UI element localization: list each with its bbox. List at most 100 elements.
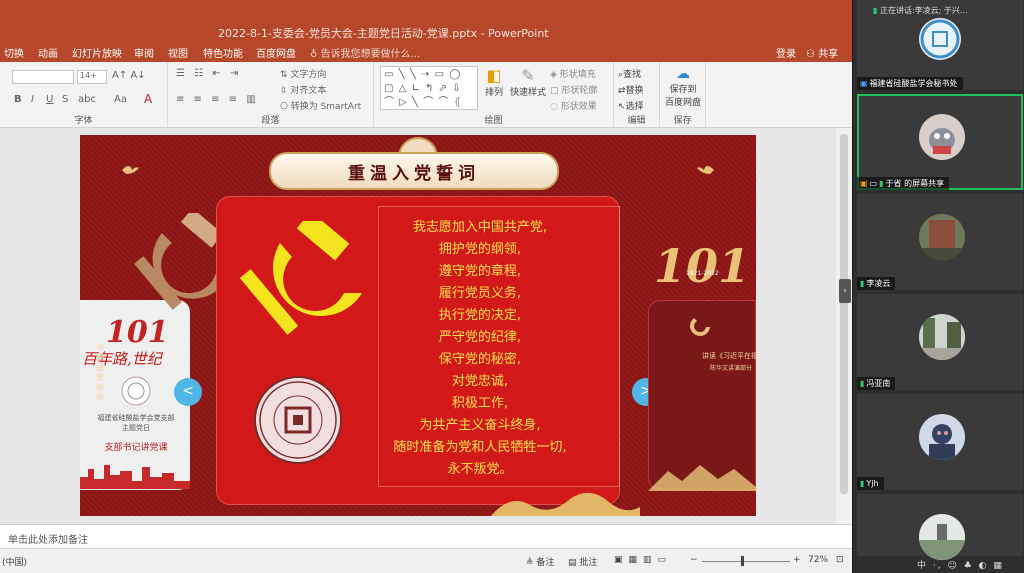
italic-icon[interactable]: I [31, 94, 34, 105]
share-button[interactable]: ⚇ 共享 [806, 45, 838, 60]
change-case-icon[interactable]: Aa [114, 94, 127, 105]
smartart-button[interactable]: ⎔ 转换为 SmartArt [280, 99, 361, 112]
previous-slide-button[interactable]: < [174, 378, 202, 406]
align-icons[interactable]: ≡ ≡ ≡ ≡ ▥ [176, 94, 259, 105]
tab-slideshow[interactable]: 幻灯片放映 [72, 45, 122, 60]
screen-share-icon: ▣ [860, 179, 868, 188]
comments-button[interactable]: ▤ 批注 [568, 555, 597, 568]
oath-line: 遵守党的章程, [438, 264, 522, 279]
powerpoint-window: 2022-8-1-支委会-党员大会-主题党日活动-党课.pptx - Power… [0, 0, 852, 573]
align-text-icon: ⇳ [280, 86, 291, 96]
avatar [919, 314, 965, 360]
avatar [919, 414, 965, 460]
notes-icon: ≜ [526, 558, 537, 568]
participant-tile-secretariat[interactable]: ▮ 正在讲话:李凌云; 于兴... ▣ 福建省硅酸盐学会秘书处 [857, 0, 1023, 90]
tell-me-text: 告诉我您想要做什么... [320, 49, 421, 60]
login-button[interactable]: 登录 [776, 45, 796, 60]
font-color-icon[interactable]: A [144, 92, 152, 106]
outline-icon: ▢ [550, 86, 562, 96]
tab-features[interactable]: 特色功能 [203, 45, 243, 60]
participant-tile-screen-share[interactable]: ▣ ▭ ▮ 于省 的屏幕共享 [857, 94, 1023, 190]
participant-name: 冯亚南 [866, 379, 891, 388]
shape-outline-button[interactable]: ▢ 形状轮廓 [550, 83, 597, 96]
align-text-label: 对齐文本 [290, 86, 327, 96]
quick-styles-button[interactable]: ✎ 快速样式 [510, 66, 546, 98]
participant-name-tag: ▮ 冯亚南 [857, 377, 896, 390]
arrange-button[interactable]: ◧ 排列 [480, 66, 508, 98]
tell-me-box[interactable]: ♁ 告诉我您想要做什么... [310, 45, 420, 60]
participant-tile-6[interactable] [857, 494, 1023, 560]
society-emblem [254, 376, 342, 464]
align-text-button[interactable]: ⇳ 对齐文本 [280, 83, 326, 96]
right-years: 1921-2022 [686, 270, 719, 277]
participant-tile-li[interactable]: ▮ 李凌云 [857, 194, 1023, 290]
mic-icon: ▮ [879, 179, 884, 188]
drawing-group-label: 绘图 [484, 116, 503, 126]
slide[interactable]: 重温入党誓词 101 101 百年路,世纪 福建省硅酸盐学会党支部 主题党日 支… [80, 135, 756, 516]
shapes-gallery[interactable]: ▭ ╲ ╲ ⇢ ▭ ◯ ▢ △ ∟ ↰ ⬀ ⇩ ⌒ ▷ ╲ ⌒ ⌒ ⦃ ⦄ ☆ [380, 66, 478, 110]
participant-tile-feng[interactable]: ▮ 冯亚南 [857, 294, 1023, 390]
person-icon: ▣ [860, 79, 868, 88]
font-size-field[interactable]: 14+ [77, 70, 107, 84]
quick-styles-label: 快速样式 [510, 88, 547, 98]
right-caption: 讲读《习近平在福建》 [702, 352, 756, 360]
mountain-graphic [648, 465, 756, 491]
hammer-sickle-icon [240, 221, 362, 335]
scroll-thumb[interactable] [840, 134, 848, 494]
save-group-label: 保存 [673, 116, 692, 126]
notes-pane[interactable]: 单击此处添加备注 [0, 524, 852, 548]
shape-effects-button[interactable]: ◌ 形状效果 [550, 99, 597, 112]
dove-icon-left [122, 166, 139, 174]
select-button[interactable]: ↖选择 [618, 99, 644, 112]
speaking-indicator: ▮ 正在讲话:李凌云; 于兴... [873, 5, 968, 16]
language-indicator[interactable]: (中国) [2, 555, 27, 568]
oath-line: 随时准备为党和人民牺牲一切, [393, 440, 567, 455]
participant-tile-yjh[interactable]: ▮ Yjh [857, 394, 1023, 490]
underline-icon[interactable]: U [46, 94, 53, 105]
replace-button[interactable]: ⇄替换 [618, 83, 644, 96]
oath-line: 为共产主义奋斗终身, [419, 418, 541, 433]
zoom-slider-thumb[interactable] [741, 556, 744, 566]
left-card-emblem [121, 376, 151, 406]
replace-label: 替换 [625, 86, 644, 96]
font-name-field[interactable] [12, 70, 74, 84]
wave-graphic [490, 493, 640, 516]
screen: 2022-8-1-支委会-党员大会-主题党日活动-党课.pptx - Power… [0, 0, 1024, 573]
spacing-icon[interactable]: abc [78, 94, 96, 105]
strikethrough-icon[interactable]: S [62, 94, 68, 105]
zoom-in-icon[interactable]: + [793, 555, 801, 565]
tab-review[interactable]: 审阅 [134, 45, 154, 60]
collapse-sidebar-button[interactable]: › [839, 279, 851, 303]
fit-slide-icon[interactable]: ⊡ [836, 555, 844, 565]
avatar-image [919, 314, 965, 360]
notes-toggle-label: 备注 [536, 558, 555, 568]
oath-line: 对党忠诚, [451, 374, 509, 389]
ime-indicator[interactable]: 中 ·, [917, 561, 943, 571]
zoom-level[interactable]: 72% [808, 555, 828, 565]
bold-icon[interactable]: B [14, 94, 22, 105]
participant-name-tag: ▮ Yjh [857, 477, 884, 490]
right-caption-2: 陈华文讲演部分 [710, 365, 753, 372]
tab-view[interactable]: 视图 [168, 45, 188, 60]
notes-toggle-button[interactable]: ≜ 备注 [526, 555, 554, 568]
right-hammer-sickle-icon [690, 318, 710, 336]
zoom-out-icon[interactable]: − [690, 555, 698, 565]
person-icon: ⚇ [806, 49, 815, 60]
title-banner: 重温入党誓词 [269, 152, 559, 190]
view-buttons[interactable]: ▣▦▥▭ [614, 555, 672, 565]
zoom-slider[interactable] [702, 561, 790, 562]
oath-line: 执行党的决定, [438, 308, 522, 323]
tab-baidu[interactable]: 百度网盘 [256, 45, 296, 60]
grow-font-icon[interactable]: A↑ A↓ [112, 70, 146, 81]
find-button[interactable]: ⌕查找 [618, 67, 641, 80]
text-direction-button[interactable]: ⇅ 文字方向 [280, 67, 326, 80]
shape-outline-label: 形状轮廓 [561, 86, 598, 96]
tab-animations[interactable]: 动画 [38, 45, 58, 60]
tab-transitions[interactable]: 切换 [4, 45, 24, 60]
shape-fill-button[interactable]: ◈ 形状填充 [550, 67, 596, 80]
vertical-scrollbar[interactable] [836, 128, 852, 524]
oath-line: 保守党的秘密, [438, 352, 522, 367]
save-to-baidu-button[interactable]: ☁ 保存到 百度网盘 [662, 66, 704, 108]
tray-icons[interactable]: ☺ ♣ ◐ ▦ [947, 561, 1003, 571]
list-icons[interactable]: ☰ ☷ ⇤ ⇥ [176, 68, 241, 79]
